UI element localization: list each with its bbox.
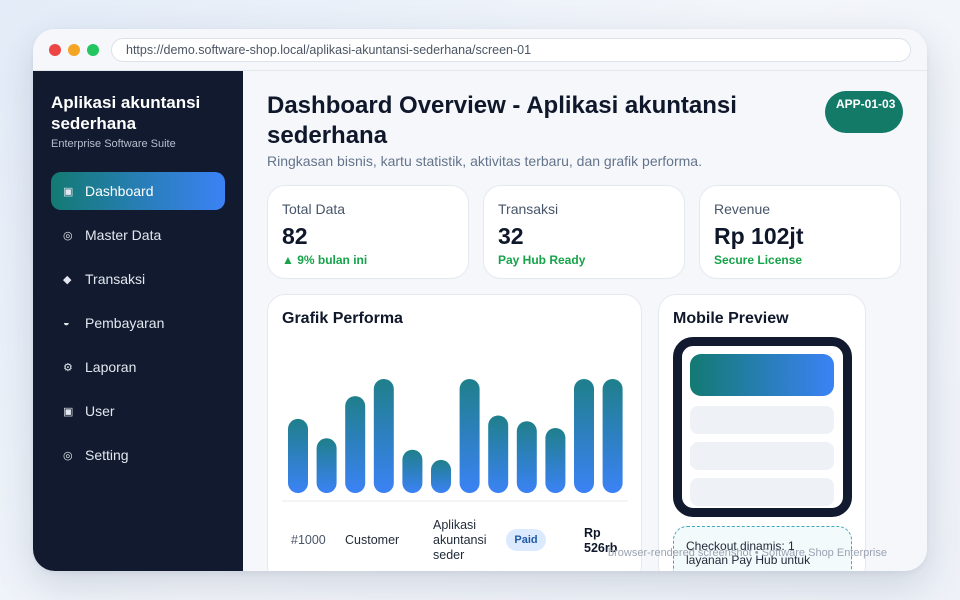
- sidebar-item-label: Master Data: [85, 227, 162, 243]
- square-icon: ▣: [63, 405, 74, 418]
- sidebar-item-laporan[interactable]: ⚙ Laporan: [51, 348, 225, 386]
- stat-card-revenue[interactable]: Revenue Rp 102jt Secure License: [699, 185, 901, 279]
- stat-value: 82: [282, 223, 308, 249]
- chart-bar: [516, 421, 537, 493]
- sidebar-item-transaksi[interactable]: ◆ Transaksi: [51, 260, 225, 298]
- app-code-badge: APP-01-03: [825, 91, 903, 133]
- chart-bar: [459, 379, 480, 493]
- chart-bar: [602, 379, 623, 493]
- main-content: Dashboard Overview - Aplikasi akuntansi …: [243, 71, 927, 571]
- diamond-icon: ◆: [63, 273, 72, 286]
- minimize-window-button[interactable]: [68, 44, 80, 56]
- app-title: Aplikasi akuntansi sederhana: [51, 93, 201, 133]
- chart-bar: [316, 438, 337, 493]
- sidebar-item-pembayaran[interactable]: ◒ Pembayaran: [51, 304, 225, 342]
- panel-title: Grafik Performa: [282, 310, 403, 327]
- phone-list-item: [690, 442, 834, 470]
- footer-caption: browser-rendered screenshot • Software S…: [608, 547, 887, 559]
- stat-card-total-data[interactable]: Total Data 82 ▲ 9% bulan ini: [267, 185, 469, 279]
- phone-hero-banner: [690, 354, 834, 396]
- sidebar-item-label: User: [85, 403, 115, 419]
- stat-value: 32: [498, 223, 524, 249]
- target-icon: ◎: [63, 449, 73, 462]
- phone-list-item: [690, 406, 834, 434]
- stat-note: Secure License: [714, 253, 803, 267]
- page-subtitle: Ringkasan bisnis, kartu statistik, aktiv…: [267, 153, 702, 169]
- mobile-preview-panel: Mobile Preview Checkout dinamis: 1 layan…: [658, 294, 866, 571]
- chart-bar: [402, 449, 423, 493]
- browser-chrome: https://demo.software-shop.local/aplikas…: [33, 29, 927, 71]
- chart-bar: [431, 459, 451, 493]
- sidebar-item-label: Laporan: [85, 359, 137, 375]
- stat-value: Rp 102jt: [714, 223, 804, 249]
- sidebar: Aplikasi akuntansi sederhana Enterprise …: [33, 71, 243, 571]
- half-circle-icon: ◒: [63, 317, 70, 329]
- status-badge: Paid: [506, 529, 546, 551]
- page-title: Dashboard Overview - Aplikasi akuntansi …: [267, 92, 737, 149]
- stat-label: Revenue: [714, 201, 771, 217]
- stat-label: Transaksi: [498, 201, 559, 217]
- panel-title: Mobile Preview: [673, 310, 789, 327]
- chart-bar: [545, 428, 566, 493]
- row-id: #1000: [291, 533, 326, 547]
- row-customer: Customer: [345, 533, 400, 547]
- browser-window: https://demo.software-shop.local/aplikas…: [33, 29, 927, 571]
- chart-bar: [373, 379, 394, 493]
- sidebar-item-label: Pembayaran: [85, 315, 165, 331]
- stat-trend: ▲ 9% bulan ini: [282, 253, 368, 267]
- chart-bar: [288, 418, 308, 493]
- sidebar-item-user[interactable]: ▣ User: [51, 392, 225, 430]
- performance-bar-chart: [282, 379, 628, 502]
- sidebar-item-dashboard[interactable]: ▣ Dashboard: [51, 172, 225, 210]
- sidebar-item-label: Dashboard: [85, 183, 154, 199]
- phone-list-item: [690, 478, 834, 506]
- maximize-window-button[interactable]: [87, 44, 99, 56]
- sidebar-item-master-data[interactable]: ◎ Master Data: [51, 216, 225, 254]
- stat-label: Total Data: [282, 201, 346, 217]
- sidebar-item-label: Transaksi: [85, 271, 146, 287]
- dashboard-icon: ▣: [63, 185, 74, 198]
- sidebar-nav: ▣ Dashboard ◎ Master Data ◆ Transaksi ◒ …: [51, 172, 225, 480]
- sidebar-item-setting[interactable]: ◎ Setting: [51, 436, 225, 474]
- app-subtitle: Enterprise Software Suite: [51, 138, 176, 150]
- chart-bar: [574, 379, 594, 493]
- target-icon: ◎: [63, 229, 73, 242]
- stat-card-transaksi[interactable]: Transaksi 32 Pay Hub Ready: [483, 185, 685, 279]
- chart-bar: [488, 415, 509, 493]
- phone-mockup: [673, 337, 852, 517]
- gear-icon: ⚙: [63, 361, 73, 374]
- sidebar-item-label: Setting: [85, 447, 129, 463]
- close-window-button[interactable]: [49, 44, 61, 56]
- stat-note: Pay Hub Ready: [498, 253, 586, 267]
- address-bar[interactable]: https://demo.software-shop.local/aplikas…: [111, 38, 911, 62]
- performance-chart-panel: Grafik Performa #1000 Customer Aplikasi …: [267, 294, 642, 571]
- chart-bar: [345, 396, 366, 493]
- row-product: Aplikasi akuntansi seder: [433, 518, 487, 562]
